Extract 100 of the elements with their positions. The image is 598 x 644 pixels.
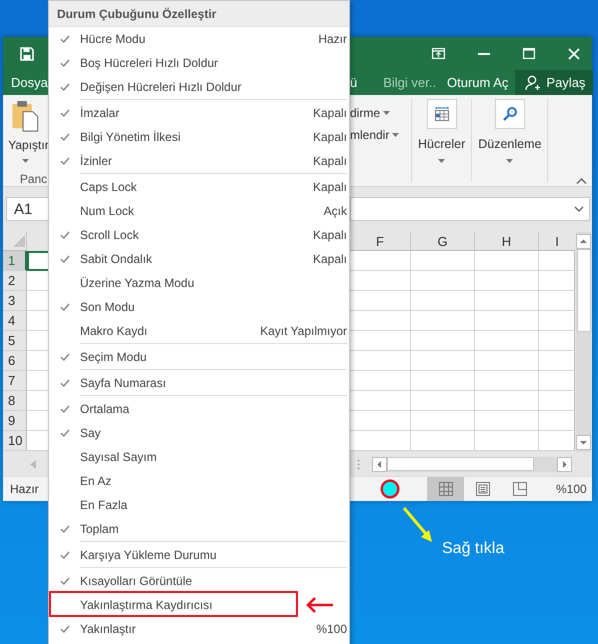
row-header[interactable]: 8 — [3, 391, 27, 411]
tell-me-field[interactable]: Bilgi ver.. — [383, 75, 436, 90]
menu-item-label: Karşıya Yükleme Durumu — [80, 548, 216, 562]
ribbon-command[interactable]: dirme — [350, 106, 407, 120]
row-header[interactable]: 5 — [3, 331, 27, 351]
caret-icon — [383, 111, 390, 115]
collapse-ribbon-icon[interactable] — [576, 178, 587, 184]
menu-item-value: Kapalı — [312, 180, 348, 194]
menu-item-label: Değişen Hücreleri Hızlı Doldur — [80, 80, 242, 94]
menu-item-value: Kapalı — [312, 228, 348, 242]
name-box[interactable]: A1 — [6, 197, 48, 221]
menu-item-label: İmzalar — [80, 106, 120, 120]
caret-icon[interactable] — [22, 159, 29, 163]
scroll-left-icon[interactable] — [372, 456, 387, 472]
menu-item[interactable]: Toplam — [49, 517, 349, 541]
row-header[interactable]: 9 — [3, 411, 27, 431]
share-button[interactable]: Paylaş — [515, 70, 594, 95]
circle-marker-icon — [380, 479, 400, 499]
ribbon-tab[interactable]: ü — [350, 75, 358, 90]
maximize-icon[interactable] — [523, 48, 535, 59]
menu-item-label: Say — [80, 426, 101, 440]
menu-item[interactable]: Makro Kaydı Kayıt Yapılmıyor — [49, 319, 349, 343]
menu-item[interactable]: Kısayolları Görüntüle — [49, 569, 349, 593]
close-icon[interactable] — [568, 48, 580, 60]
caret-icon — [506, 159, 514, 163]
save-icon[interactable] — [20, 46, 34, 60]
menu-item-value: %100 — [316, 622, 348, 636]
normal-view-button[interactable] — [427, 477, 464, 501]
menu-item-label: Yakınlaştır — [80, 622, 136, 636]
ribbon-group-button[interactable]: Hücreler — [416, 99, 468, 182]
scroll-thumb[interactable] — [576, 249, 590, 332]
person-add-icon — [525, 74, 542, 90]
callout-text: Sağ tıkla — [442, 540, 504, 558]
menu-item[interactable]: Sayısal Sayım — [49, 445, 349, 469]
scroll-down-icon[interactable] — [576, 435, 591, 450]
menu-item[interactable]: Ortalama — [49, 397, 349, 421]
menu-item[interactable]: Sayfa Numarası — [49, 371, 349, 395]
grid-cell — [539, 431, 575, 451]
row-header[interactable]: 4 — [3, 311, 27, 331]
menu-item-value: Kayıt Yapılmıyor — [260, 324, 348, 338]
menu-title: Durum Çubuğunu Özelleştir — [49, 1, 349, 27]
menu-item-label: Kısayolları Görüntüle — [80, 574, 192, 588]
page-icon — [476, 482, 490, 496]
menu-item[interactable]: En Fazla — [49, 493, 349, 517]
menu-item-label: Boş Hücreleri Hızlı Doldur — [80, 56, 218, 70]
arrow-icon — [402, 507, 434, 543]
column-header[interactable]: G — [411, 232, 475, 250]
menu-item[interactable]: Hücre Modu Hazır — [49, 27, 349, 51]
menu-item-label: Sayısal Sayım — [80, 450, 157, 464]
menu-item[interactable]: Boş Hücreleri Hızlı Doldur — [49, 51, 349, 75]
menu-item[interactable]: Caps Lock Kapalı — [49, 175, 349, 199]
row-header[interactable]: 2 — [3, 271, 27, 291]
row-header[interactable]: 1 — [3, 251, 27, 271]
row-header[interactable]: 6 — [3, 351, 27, 371]
scroll-right-icon[interactable] — [557, 456, 572, 472]
column-header[interactable]: H — [475, 232, 539, 250]
row-header[interactable]: 7 — [3, 371, 27, 391]
menu-item-value: Kapalı — [312, 106, 348, 120]
file-tab[interactable]: Dosya — [11, 75, 48, 90]
menu-item[interactable]: En Az — [49, 469, 349, 493]
menu-item[interactable]: Son Modu — [49, 295, 349, 319]
group-label: Panc — [20, 172, 48, 186]
menu-item[interactable]: İzinler Kapalı — [49, 149, 349, 173]
ribbon-display-icon[interactable] — [432, 48, 445, 59]
menu-item[interactable]: Sabit Ondalık Kapalı — [49, 247, 349, 271]
menu-item-label: Num Lock — [80, 204, 134, 218]
menu-item-label: Yakınlaştırma Kaydırıcısı — [80, 598, 212, 612]
scroll-up-icon[interactable] — [576, 234, 591, 249]
menu-item-label: Bilgi Yönetim İlkesi — [80, 130, 180, 144]
menu-item[interactable]: Yakınlaştır %100 — [49, 617, 349, 641]
vertical-scrollbar[interactable] — [575, 232, 592, 452]
horizontal-scrollbar[interactable] — [372, 456, 572, 472]
menu-item[interactable]: Karşıya Yükleme Durumu — [49, 543, 349, 567]
menu-item[interactable]: Say — [49, 421, 349, 445]
row-header[interactable]: 10 — [3, 431, 27, 451]
menu-item[interactable]: Yakınlaştırma Kaydırıcısı — [49, 593, 349, 617]
sign-in-link[interactable]: Oturum Aç — [446, 75, 508, 90]
zoom-level[interactable]: %100 — [556, 477, 587, 501]
chevron-down-icon[interactable] — [574, 206, 584, 212]
ribbon-group-button[interactable]: Düzenleme — [476, 99, 544, 182]
cells-icon — [434, 106, 450, 122]
row-header[interactable]: 3 — [3, 291, 27, 311]
column-header[interactable]: I — [539, 232, 575, 250]
menu-item[interactable]: Değişen Hücreleri Hızlı Doldur — [49, 75, 349, 99]
ribbon-command[interactable]: mlendir — [350, 128, 407, 142]
menu-item-value: Kapalı — [312, 154, 348, 168]
menu-item[interactable]: Seçim Modu — [49, 345, 349, 369]
menu-item[interactable]: İmzalar Kapalı — [49, 101, 349, 125]
paste-icon[interactable] — [10, 100, 40, 132]
minimize-icon[interactable] — [478, 52, 490, 54]
paste-label[interactable]: Yapıştır — [8, 138, 49, 152]
menu-item[interactable]: Üzerine Yazma Modu — [49, 271, 349, 295]
menu-item-value: Hazır — [318, 32, 348, 46]
caret-icon — [438, 159, 446, 163]
caret-icon — [392, 133, 400, 137]
menu-item[interactable]: Num Lock Açık — [49, 199, 349, 223]
menu-item[interactable]: Bilgi Yönetim İlkesi Kapalı — [49, 125, 349, 149]
scroll-thumb[interactable] — [387, 457, 534, 471]
menu-item-label: Caps Lock — [80, 180, 137, 194]
menu-item[interactable]: Scroll Lock Kapalı — [49, 223, 349, 247]
